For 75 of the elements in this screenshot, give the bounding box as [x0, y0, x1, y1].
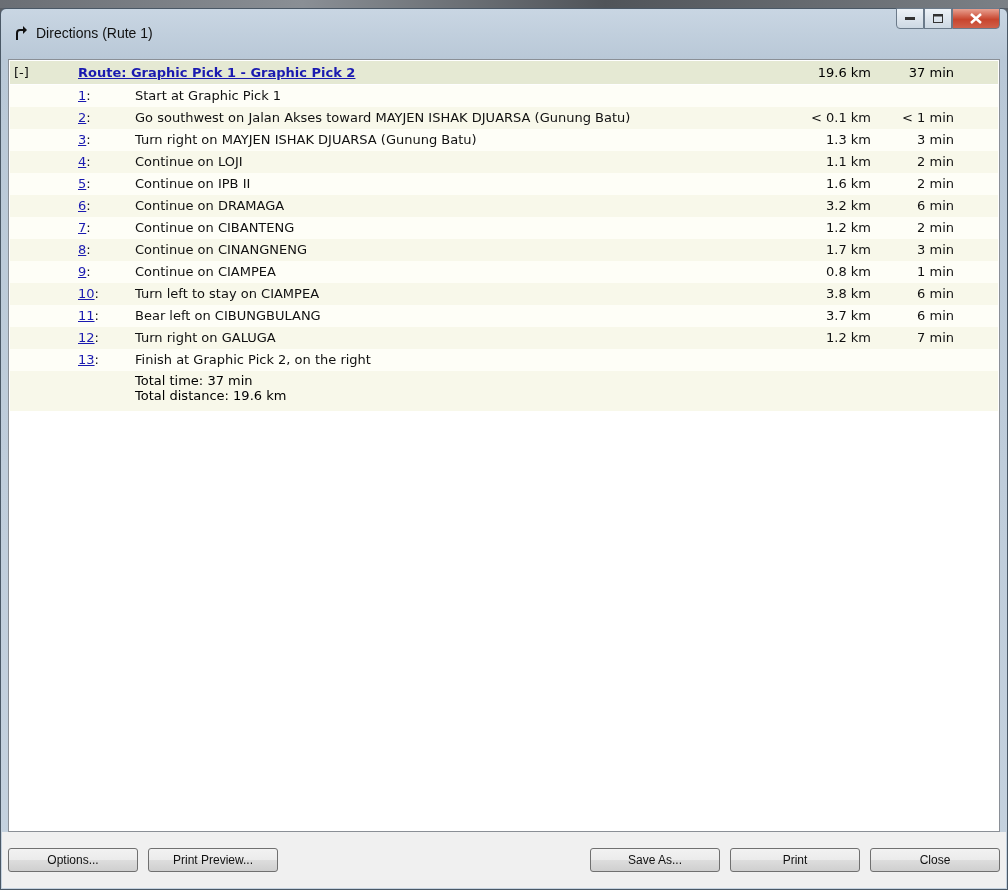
- minimize-icon: [905, 16, 915, 21]
- step-instruction: Turn left to stay on CIAMPEA: [135, 286, 321, 302]
- total-summary: Total distance: 19.6 km: [135, 388, 288, 403]
- step-time: 3 min: [916, 242, 954, 258]
- step-separator: :: [86, 264, 91, 279]
- step-distance: < 0.1 km: [809, 110, 871, 126]
- step-instruction: Finish at Graphic Pick 2, on the right: [135, 352, 372, 368]
- step-distance: 3.8 km: [825, 286, 871, 302]
- step-separator: :: [86, 110, 91, 125]
- minimize-button[interactable]: [896, 8, 924, 29]
- close-icon: [970, 13, 982, 24]
- step-separator: :: [86, 176, 91, 191]
- step-time: < 1 min: [901, 110, 954, 126]
- dialog-button[interactable]: Print Preview...: [148, 848, 278, 872]
- step-separator: :: [86, 198, 91, 213]
- step-separator: :: [86, 132, 91, 147]
- step-distance: 3.2 km: [825, 198, 871, 214]
- step-number-link[interactable]: 2: [78, 110, 87, 125]
- step-separator: :: [94, 352, 99, 367]
- step-time: 6 min: [916, 308, 954, 324]
- step-number-link[interactable]: 13: [78, 352, 95, 367]
- step-number-link[interactable]: 11: [78, 308, 95, 323]
- step-distance: 3.7 km: [825, 308, 871, 324]
- route-distance: 19.6 km: [816, 65, 871, 80]
- step-instruction: Continue on IPB II: [135, 176, 252, 192]
- step-separator: :: [94, 330, 99, 345]
- step-instruction: Continue on CIAMPEA: [135, 264, 277, 280]
- step-separator: :: [94, 286, 99, 301]
- turn-arrow-icon: [14, 25, 28, 41]
- dialog-button[interactable]: Print: [730, 848, 860, 872]
- dialog-button[interactable]: Save As...: [590, 848, 720, 872]
- step-distance: 1.2 km: [825, 220, 871, 236]
- step-time: 6 min: [916, 198, 954, 214]
- route-time: 37 min: [907, 65, 954, 80]
- step-distance: 1.3 km: [825, 132, 871, 148]
- step-instruction: Continue on CIBANTENG: [135, 220, 296, 236]
- step-instruction: Start at Graphic Pick 1: [135, 88, 283, 104]
- step-distance: 1.2 km: [825, 330, 871, 346]
- step-instruction: Turn right on GALUGA: [135, 330, 277, 346]
- step-separator: :: [86, 220, 91, 235]
- step-separator: :: [86, 88, 91, 103]
- collapse-toggle[interactable]: [-]: [10, 65, 29, 80]
- step-time: 1 min: [916, 264, 954, 280]
- step-instruction: Bear left on CIBUNGBULANG: [135, 308, 322, 324]
- step-instruction: Continue on LOJI: [135, 154, 244, 170]
- total-summary: Total time: 37 min: [135, 373, 254, 388]
- route-title-link[interactable]: Route: Graphic Pick 1 - Graphic Pick 2: [78, 65, 356, 80]
- step-number-link[interactable]: 7: [78, 220, 87, 235]
- step-number-link[interactable]: 10: [78, 286, 95, 301]
- step-time: 3 min: [916, 132, 954, 148]
- dialog-button[interactable]: Options...: [8, 848, 138, 872]
- step-distance: 0.8 km: [825, 264, 871, 280]
- step-time: 6 min: [916, 286, 954, 302]
- step-distance: 1.1 km: [825, 154, 871, 170]
- step-distance: 1.7 km: [825, 242, 871, 258]
- dialog-button[interactable]: Close: [870, 848, 1000, 872]
- step-time: 2 min: [916, 220, 954, 236]
- maximize-icon: [933, 14, 943, 23]
- step-instruction: Go southwest on Jalan Akses toward MAYJEN ISHAK DJUARSA (Gunung Batu): [135, 110, 632, 126]
- step-number-link[interactable]: 12: [78, 330, 95, 345]
- step-time: 2 min: [916, 176, 954, 192]
- window-title: Directions (Rute 1): [36, 25, 153, 41]
- step-distance: 1.6 km: [825, 176, 871, 192]
- close-button[interactable]: [952, 8, 1000, 29]
- step-separator: :: [86, 154, 91, 169]
- step-number-link[interactable]: 1: [78, 88, 87, 103]
- step-number-link[interactable]: 5: [78, 176, 87, 191]
- maximize-button[interactable]: [924, 8, 952, 29]
- step-separator: :: [94, 308, 99, 323]
- step-time: 2 min: [916, 154, 954, 170]
- step-time: 7 min: [916, 330, 954, 346]
- step-instruction: Continue on CINANGNENG: [135, 242, 308, 258]
- step-instruction: Turn right on MAYJEN ISHAK DJUARSA (Gunung Batu): [135, 132, 478, 148]
- step-instruction: Continue on DRAMAGA: [135, 198, 286, 214]
- step-separator: :: [86, 242, 91, 257]
